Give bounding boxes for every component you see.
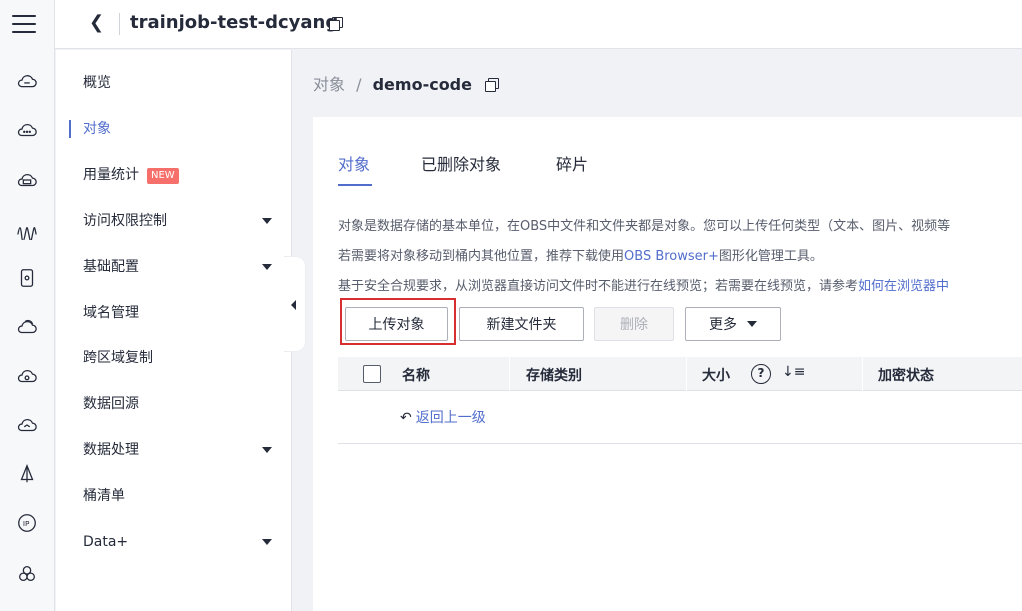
more-label: 更多 <box>709 317 737 333</box>
sidebar-item-objects[interactable]: 对象 <box>83 119 111 139</box>
new-badge: NEW <box>147 168 179 184</box>
sidebar-item-inventory[interactable]: 桶清单 <box>83 486 125 506</box>
obs-browser-link[interactable]: OBS Browser+ <box>624 249 719 264</box>
copy-icon[interactable] <box>329 17 343 31</box>
chevron-down-icon[interactable] <box>262 539 272 545</box>
column-divider <box>509 357 510 391</box>
sidebar-item-access-control[interactable]: 访问权限控制 <box>83 211 167 231</box>
new-folder-button[interactable]: 新建文件夹 <box>459 307 584 341</box>
column-encryption[interactable]: 加密状态 <box>878 365 934 385</box>
tab-objects[interactable]: 对象 <box>338 151 370 175</box>
icon-rail: IP <box>0 0 55 611</box>
column-divider <box>862 357 863 391</box>
upload-object-button[interactable]: 上传对象 <box>345 307 448 341</box>
column-name[interactable]: 名称 <box>402 365 430 385</box>
tab-active-underline <box>338 184 372 186</box>
sidebar: 概览 对象 用量统计 NEW 访问权限控制 基础配置 域名管理 跨区域复制 数据回… <box>56 50 292 611</box>
return-parent-link[interactable]: ↶ 返回上一级 <box>400 407 486 427</box>
cloud-arrow-icon[interactable] <box>14 412 40 438</box>
hamburger-menu-icon[interactable] <box>12 12 36 36</box>
objects-panel: 对象 已删除对象 碎片 对象是数据存储的基本单位，在OBS中文件和文件夹都是对象… <box>313 117 1022 611</box>
return-arrow-icon: ↶ <box>400 410 412 426</box>
sidebar-item-data-processing[interactable]: 数据处理 <box>83 440 139 460</box>
breadcrumb-separator: / <box>356 75 362 94</box>
breadcrumb-current: demo-code <box>372 75 472 94</box>
cloud-sync-icon[interactable] <box>14 314 40 340</box>
sidebar-item-replication[interactable]: 跨区域复制 <box>83 348 153 368</box>
breadcrumb-parent[interactable]: 对象 <box>313 75 345 94</box>
cluster-icon[interactable] <box>14 561 40 587</box>
question-circle-icon[interactable]: ? <box>751 364 771 384</box>
chevron-down-icon[interactable] <box>262 264 272 270</box>
description-line-2: 若需要将对象移动到桶内其他位置，推荐下载使用OBS Browser+图形化管理工… <box>338 249 823 264</box>
chevron-down-icon <box>747 321 757 327</box>
top-header: ❮ trainjob-test-dcyang <box>55 0 1022 49</box>
column-storage-class[interactable]: 存储类别 <box>526 365 582 385</box>
table-row: ↶ 返回上一级 <box>338 391 1022 444</box>
sidebar-item-basic-config[interactable]: 基础配置 <box>83 257 139 277</box>
sidebar-item-overview[interactable]: 概览 <box>83 73 111 93</box>
sidebar-item-label: 用量统计 <box>83 167 139 183</box>
collapse-left-icon <box>291 300 296 310</box>
browser-preview-link[interactable]: 如何在浏览器中 <box>858 279 949 294</box>
table-header: 名称 存储类别 大小 ? ↓≡ 加密状态 <box>338 357 1022 391</box>
chevron-left-icon[interactable]: ❮ <box>89 12 104 33</box>
cloud-more-icon[interactable] <box>14 117 40 143</box>
tab-deleted-objects[interactable]: 已删除对象 <box>421 151 501 175</box>
description-line-1: 对象是数据存储的基本单位，在OBS中文件和文件夹都是对象。您可以上传任何类型（文… <box>338 219 951 234</box>
sidebar-collapse-handle[interactable] <box>284 256 306 352</box>
svg-text:IP: IP <box>23 519 30 528</box>
breadcrumb: 对象 / demo-code <box>313 71 500 95</box>
cloud-storage-icon[interactable] <box>14 167 40 193</box>
sidebar-item-domain[interactable]: 域名管理 <box>83 303 139 323</box>
ip-icon[interactable]: IP <box>14 510 40 536</box>
header-divider <box>119 13 120 35</box>
column-divider <box>686 357 687 391</box>
sidebar-item-data-plus[interactable]: Data+ <box>83 532 128 552</box>
cloud-gear-icon[interactable] <box>14 363 40 389</box>
sort-icon[interactable]: ↓≡ <box>782 364 805 380</box>
sidebar-item-back-to-source[interactable]: 数据回源 <box>83 394 139 414</box>
chevron-down-icon[interactable] <box>262 218 272 224</box>
description-line-3: 基于安全合规要求，从浏览器直接访问文件时不能进行在线预览；若需要在线预览，请参考… <box>338 279 950 294</box>
device-icon[interactable] <box>14 265 40 291</box>
tab-fragments[interactable]: 碎片 <box>556 151 588 175</box>
waveform-icon[interactable] <box>14 216 40 242</box>
more-button[interactable]: 更多 <box>685 307 781 341</box>
bucket-title: trainjob-test-dcyang <box>130 12 339 33</box>
copy-icon[interactable] <box>485 78 500 92</box>
cloud-disk-icon[interactable] <box>14 69 40 95</box>
column-size[interactable]: 大小 <box>702 365 730 385</box>
return-label: 返回上一级 <box>415 410 486 426</box>
delete-button[interactable]: 删除 <box>594 307 674 341</box>
select-all-checkbox[interactable] <box>363 365 381 383</box>
chevron-down-icon[interactable] <box>262 447 272 453</box>
active-indicator <box>69 120 71 138</box>
sidebar-item-usage[interactable]: 用量统计 NEW <box>83 165 179 185</box>
sail-icon[interactable] <box>14 461 40 487</box>
